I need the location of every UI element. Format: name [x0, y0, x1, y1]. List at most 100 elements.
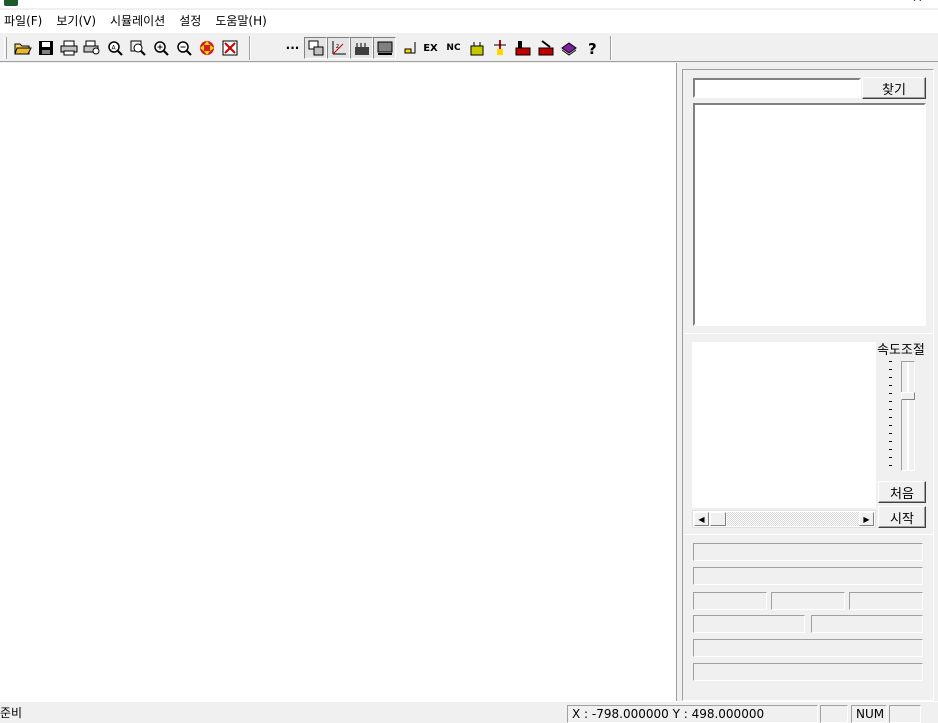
info-field-7 [811, 615, 923, 633]
marker-button[interactable] [488, 37, 511, 59]
app-icon [4, 0, 18, 6]
book-icon [560, 42, 577, 56]
book-button[interactable] [557, 37, 580, 59]
view-toggle-button[interactable] [304, 37, 327, 59]
machine-icon [515, 41, 530, 56]
open-folder-icon [13, 43, 32, 55]
info-field-2 [693, 567, 923, 585]
search-input[interactable] [693, 78, 861, 98]
status-pane-empty [820, 705, 848, 723]
scroll-left-button[interactable]: ◀ [694, 512, 709, 526]
pan-icon [199, 41, 214, 55]
info-field-8 [693, 639, 923, 657]
scroll-right-button[interactable]: ▶ [859, 512, 874, 526]
ruler-icon [354, 43, 369, 55]
status-coordinates: X : -798.000000 Y : 498.000000 [567, 705, 818, 723]
ex-icon: EX [423, 42, 438, 54]
info-field-6 [693, 615, 805, 633]
menu-file[interactable]: 파일(F) [2, 11, 48, 31]
marker-icon [493, 40, 506, 55]
info-field-9 [693, 663, 923, 681]
toolbar-separator [610, 36, 612, 60]
simulation-canvas[interactable] [0, 63, 676, 701]
axis-icon: z [332, 41, 346, 55]
arrow-left-icon: ◀ [698, 514, 705, 524]
more-button[interactable]: ··· [281, 37, 304, 59]
clear-button[interactable] [218, 37, 241, 59]
print-icon [60, 40, 77, 56]
code-view[interactable] [692, 342, 876, 508]
ex-button[interactable]: EX [419, 37, 442, 59]
view-toggle-icon [308, 40, 323, 56]
menu-simulation[interactable]: 시뮬레이션 [108, 11, 171, 31]
cursor-icon [404, 42, 415, 54]
edit-icon [538, 40, 553, 56]
find-button[interactable]: 찾기 [862, 77, 926, 99]
ruler-button[interactable] [350, 37, 373, 59]
print-preview-icon [83, 40, 99, 55]
machine-button[interactable] [511, 37, 534, 59]
zoom-fit-button[interactable]: A [103, 37, 126, 59]
info-field-3 [693, 592, 767, 610]
more-icon: ··· [285, 41, 300, 55]
section-divider [684, 333, 933, 334]
zoom-in-button[interactable] [149, 37, 172, 59]
zoom-fit-icon: A [107, 41, 123, 56]
panel-button[interactable] [373, 37, 396, 59]
toolbar-view-group: ··· z EX NC ? [281, 37, 603, 59]
speed-slider-thumb[interactable] [901, 392, 915, 400]
arrow-right-icon: ▶ [863, 514, 870, 524]
zoom-out-button[interactable] [172, 37, 195, 59]
speed-ticks [889, 361, 899, 471]
title-bar: — ✕ [0, 0, 938, 8]
status-pane-empty [889, 705, 921, 723]
close-button[interactable]: ✕ [912, 0, 923, 6]
info-field-4 [771, 592, 845, 610]
horizontal-scrollbar[interactable]: ◀ ▶ [692, 510, 876, 528]
first-button[interactable]: 처음 [878, 481, 926, 503]
start-button[interactable]: 시작 [878, 506, 926, 528]
speed-label: 속도조절 [877, 343, 925, 358]
print-preview-button[interactable] [80, 37, 103, 59]
help-icon: ? [588, 40, 597, 57]
info-field-1 [693, 543, 923, 561]
speed-slider[interactable] [901, 361, 915, 471]
results-list[interactable] [693, 103, 926, 326]
toolbar-grip[interactable] [4, 37, 7, 59]
section-divider [684, 534, 933, 535]
scroll-track[interactable] [727, 512, 859, 526]
save-icon [38, 41, 53, 55]
open-button[interactable] [11, 37, 34, 59]
svg-text:?: ? [588, 40, 597, 57]
zoom-in-icon [153, 41, 169, 56]
menu-bar: 파일(F) 보기(V) 시뮬레이션 설정 도움말(H) [0, 10, 938, 32]
menu-view[interactable]: 보기(V) [54, 11, 102, 31]
save-button[interactable] [34, 37, 57, 59]
tool-button[interactable] [465, 37, 488, 59]
info-field-5 [849, 592, 923, 610]
panel-icon [377, 41, 392, 55]
status-num: NUM [851, 705, 887, 723]
toolbar-separator [249, 36, 251, 60]
zoom-out-icon [176, 41, 192, 56]
nc-button[interactable]: NC [442, 37, 465, 59]
edit-button[interactable] [534, 37, 557, 59]
zoom-window-button[interactable] [126, 37, 149, 59]
minimize-button[interactable]: — [866, 0, 879, 6]
cursor-button[interactable] [396, 37, 419, 59]
status-bar: 준비 X : -798.000000 Y : 498.000000 NUM [0, 701, 938, 723]
application-window: — ✕ 파일(F) 보기(V) 시뮬레이션 설정 도움말(H) A [0, 0, 938, 723]
toolbar: A ··· z EX NC ? [0, 32, 938, 62]
menu-settings[interactable]: 설정 [177, 11, 207, 31]
print-button[interactable] [57, 37, 80, 59]
scroll-thumb[interactable] [710, 512, 726, 526]
axis-button[interactable]: z [327, 37, 350, 59]
nc-icon: NC [446, 43, 461, 53]
clear-icon [222, 40, 237, 56]
toolbar-file-group: A [11, 37, 241, 59]
menu-help[interactable]: 도움말(H) [213, 11, 273, 31]
pan-button[interactable] [195, 37, 218, 59]
help-button[interactable]: ? [580, 37, 603, 59]
svg-text:z: z [336, 43, 339, 50]
status-ready: 준비 [0, 706, 23, 720]
